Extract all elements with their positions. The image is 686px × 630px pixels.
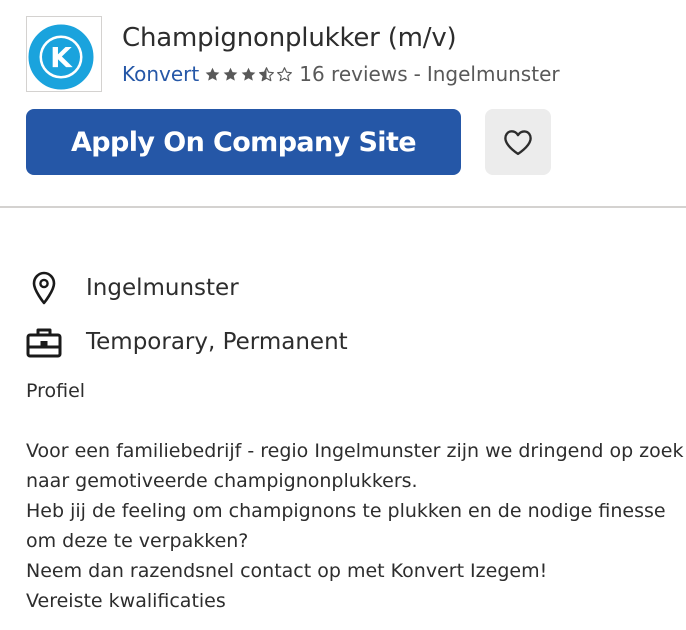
company-link[interactable]: Konvert [122,60,199,88]
heart-icon [504,130,532,156]
konvert-logo-icon: K [28,24,94,90]
star-full-icon [205,67,220,81]
apply-on-company-site-button[interactable]: Apply On Company Site [26,109,461,175]
star-half-icon [259,66,275,81]
description-line: Heb jij de feeling om champignons te plu… [26,500,666,522]
job-title: Champignonplukker (m/v) [122,23,457,53]
job-type-text: Temporary, Permanent [86,329,348,355]
description-line: naar gemotiveerde champignonplukkers. [26,470,418,492]
star-full-icon [241,67,256,81]
map-pin-icon [26,271,62,305]
company-logo[interactable]: K [26,16,102,92]
description-line: Neem dan razendsnel contact op met Konve… [26,560,548,582]
header-divider [0,206,686,208]
description-heading: Profiel [26,380,86,402]
reviews-link[interactable]: 16 reviews [299,60,407,88]
location-detail: Ingelmunster [26,268,239,308]
logo-letter: K [50,41,73,74]
rating-stars[interactable] [204,66,293,83]
star-empty-icon [277,66,293,81]
company-meta: Konvert 16 reviews - Ingelmunster [122,60,560,88]
description-line: Voor een familiebedrijf - regio Ingelmun… [26,440,684,462]
star-full-icon [223,67,238,81]
job-header: K Champignonplukker (m/v) Konvert 16 rev… [0,0,686,207]
job-description: Profiel Voor een familiebedrijf - regio … [26,376,686,616]
description-line: om deze te verpakken? [26,530,249,552]
save-job-button[interactable] [485,109,551,175]
meta-separator: - [413,62,421,86]
job-type-detail: Temporary, Permanent [26,322,348,362]
location-text: Ingelmunster [86,275,239,301]
job-location-meta: Ingelmunster [426,62,560,86]
briefcase-icon [26,326,62,358]
qualifications-heading: Vereiste kwalificaties [26,590,226,612]
